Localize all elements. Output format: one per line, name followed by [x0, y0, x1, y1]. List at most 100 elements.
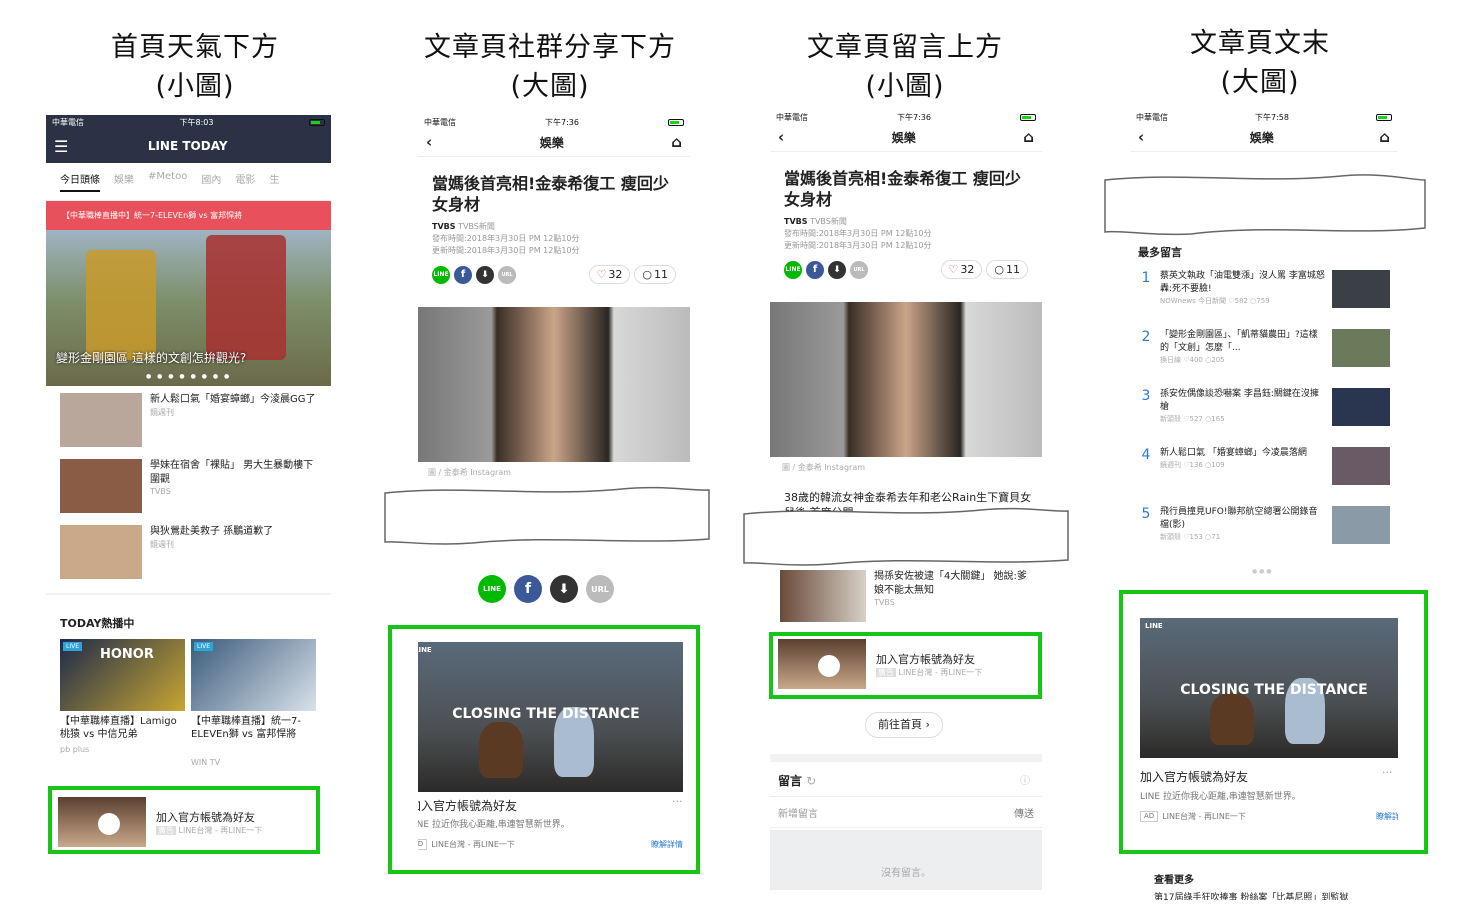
next-article-line[interactable]: 第17屆綠手狂吹捧事 粉絲案「比基尼照」到監獄 — [1154, 890, 1348, 900]
app-bar: ☰ LINE TODAY — [46, 129, 331, 163]
tab-domestic[interactable]: 國內 — [201, 171, 221, 192]
video-thumbnail-1[interactable]: LIVE HONOR — [60, 639, 185, 711]
news-thumbnail — [60, 459, 142, 513]
optimus-figure — [206, 235, 286, 360]
empty-comments: 沒有留言。 — [770, 830, 1042, 890]
nav-bar: ‹ 娛樂 ⌂ — [1130, 124, 1398, 152]
list-item[interactable]: 與狄鶯赴美救子 孫鵬道歉了 鏡週刊 — [60, 525, 320, 587]
app-header: 中華電信 下午8:03 ☰ LINE TODAY — [46, 115, 331, 163]
comment-button[interactable]: ○ 11 — [634, 265, 676, 284]
home-icon[interactable]: ⌂ — [671, 135, 682, 150]
app-title: LINE TODAY — [147, 139, 228, 153]
battery-icon — [1376, 113, 1392, 121]
ranking-list: 1 蔡英文執政「油電雙漲」沒人罵 李富城怒轟:死不要臉! NOWnews 今日新聞 … — [1138, 270, 1390, 565]
phone-article-comments: 中華電信 下午7:36 ‹ 娛樂 ⌂ 當媽後首亮相!金泰希復工 瘦回少女身材 TVBS… — [770, 110, 1042, 890]
category-tabs: 今日頭條 娛樂 #Metoo 國內 電影 生 — [46, 163, 331, 201]
see-more-link[interactable]: 查看更多 — [1154, 871, 1194, 886]
most-comments-title: 最多留言 — [1138, 246, 1182, 259]
hero-image[interactable]: 變形金剛園區 這樣的文創怎拚觀光? ● ● ● ● ● ● ● ● — [46, 230, 331, 386]
status-bar: 中華電信 下午7:36 — [418, 115, 690, 129]
video-source-1: pb plus — [60, 745, 90, 754]
masked-region-3 — [1104, 174, 1426, 236]
masked-region-1 — [384, 486, 710, 545]
column-title-3: 文章頁留言上方 (小圖) — [807, 32, 1003, 102]
news-list: 新人鬆口氣「婚宴蟑螂」今淩晨GG了 鏡週刊 學妹在宿舍「裸貼」 男大生暴動樓下圍觀… — [60, 393, 320, 587]
page-dots: ● ● ● — [1252, 568, 1272, 575]
tab-life[interactable]: 生 — [269, 171, 279, 192]
tab-headlines[interactable]: 今日頭條 — [60, 171, 100, 192]
tab-movie[interactable]: 電影 — [235, 171, 255, 192]
list-item[interactable]: 2 「變形金剛園區」、「凱蒂貓農田」?這樣的「文創」怎麼「... 換日線 ♡400 … — [1138, 329, 1390, 388]
news-thumbnail — [60, 525, 142, 579]
related-article[interactable]: 揭孫安佐被逮「4大關鍵」 她說:爹娘不能太無知 TVBS — [780, 570, 1035, 622]
home-icon[interactable]: ⌂ — [1379, 130, 1390, 145]
back-icon[interactable]: ‹ — [426, 135, 432, 150]
video-title-1[interactable]: 【中華職棒直播】Lamigo桃猿 vs 中信兄弟 — [60, 715, 186, 741]
column-title-4: 文章頁文末 (大圖) — [1190, 28, 1330, 98]
article-meta: TVBS TVBS新聞 發布時間:2018年3月30日 PM 12點10分 更新… — [432, 222, 580, 255]
hot-section-title: TODAY熱播中 — [60, 617, 135, 630]
like-button[interactable]: ♡ 32 — [588, 265, 631, 284]
line-share-icon[interactable]: LINE — [784, 260, 802, 279]
rank-thumbnail — [1332, 447, 1390, 485]
info-icon[interactable]: ⓘ — [1020, 772, 1030, 787]
back-icon[interactable]: ‹ — [1138, 130, 1144, 145]
bumblebee-figure — [86, 250, 156, 360]
list-item[interactable]: 新人鬆口氣「婚宴蟑螂」今淩晨GG了 鏡週刊 — [60, 393, 320, 455]
status-bar: 中華電信 下午7:58 — [1130, 110, 1398, 124]
carousel-dots: ● ● ● ● ● ● ● ● — [146, 373, 232, 380]
highlight-box-4 — [1119, 590, 1428, 854]
rank-thumbnail — [1332, 506, 1390, 544]
article-image — [418, 307, 690, 462]
comment-button[interactable]: ○ 11 — [986, 260, 1028, 279]
home-icon[interactable]: ⌂ — [1023, 130, 1034, 145]
tab-entertainment[interactable]: 娛樂 — [114, 171, 134, 192]
article-headline: 當媽後首亮相!金泰希復工 瘦回少女身材 — [784, 169, 1021, 209]
status-bar: 中華電信 下午7:36 — [770, 110, 1042, 124]
facebook-icon[interactable]: f — [806, 260, 824, 279]
list-item[interactable]: 學妹在宿舍「裸貼」 男大生暴動樓下圍觀 TVBS — [60, 459, 320, 521]
list-item[interactable]: 5 飛行員撞見UFO!聯邦航空總署公開錄音檔(影) 新頭殼 ♡153 ○71 — [1138, 506, 1390, 565]
nav-bar: ‹ 娛樂 ⌂ — [770, 124, 1042, 152]
list-item[interactable]: 3 孫安佐偶像談恐嚇案 李昌鈺:關鍵在沒擁槍 新頭殼 ♡527 ○165 — [1138, 388, 1390, 447]
url-icon[interactable]: URL — [850, 260, 868, 279]
back-icon[interactable]: ‹ — [778, 130, 784, 145]
like-button[interactable]: ♡ 32 — [940, 260, 983, 279]
line-share-icon[interactable]: LINE — [432, 265, 450, 284]
list-item[interactable]: 4 新人鬆口氣 「婚宴蟑螂」今凌晨落網 鏡週刊 ♡136 ○109 — [1138, 447, 1390, 506]
refresh-icon[interactable]: ↻ — [806, 774, 816, 788]
url-icon[interactable]: URL — [498, 265, 516, 284]
phone-home: 中華電信 下午8:03 ☰ LINE TODAY 今日頭條 娛樂 #Metoo 國… — [46, 115, 331, 595]
column-title-2: 文章頁社群分享下方 (大圖) — [424, 32, 676, 102]
article-meta: TVBS TVBS新聞 發布時間:2018年3月30日 PM 12點10分 更新… — [784, 217, 932, 250]
keep-icon[interactable]: ⬇ — [550, 575, 578, 603]
highlight-box-1 — [48, 786, 320, 854]
line-share-icon[interactable]: LINE — [478, 575, 506, 603]
highlight-box-2 — [388, 625, 700, 874]
battery-icon — [309, 118, 325, 126]
battery-icon — [1020, 113, 1036, 121]
comment-input[interactable]: 新增留言 傳送 — [770, 796, 1042, 828]
bottom-share-row: LINE f ⬇ URL — [478, 575, 614, 603]
share-row: LINE f ⬇ URL ♡ 32 ○ 11 — [770, 252, 1042, 287]
list-item[interactable]: 1 蔡英文執政「油電雙漲」沒人罵 李富城怒轟:死不要臉! NOWnews 今日新聞 … — [1138, 270, 1390, 329]
send-button[interactable]: 傳送 — [1014, 805, 1034, 820]
hero-caption: 變形金剛園區 這樣的文創怎拚觀光? — [56, 351, 247, 365]
keep-icon[interactable]: ⬇ — [476, 265, 494, 284]
video-title-2[interactable]: 【中華職棒直播】統一7-ELEVEn獅 vs 富邦悍將 — [191, 715, 317, 741]
go-home-button[interactable]: 前往首頁 › — [865, 712, 943, 738]
live-banner[interactable]: 【中華職棒直播中】統一7-ELEVEn獅 vs 富邦悍將 — [46, 201, 331, 233]
highlight-box-3 — [769, 632, 1042, 699]
video-thumbnail-2[interactable]: LIVE — [191, 639, 316, 711]
keep-icon[interactable]: ⬇ — [828, 260, 846, 279]
news-thumbnail — [60, 393, 142, 447]
tab-metoo[interactable]: #Metoo — [148, 171, 187, 192]
url-icon[interactable]: URL — [586, 575, 614, 603]
article-image — [770, 302, 1042, 457]
battery-icon — [668, 118, 684, 126]
image-caption: 圖 / 金泰希 Instagram — [782, 463, 866, 472]
facebook-icon[interactable]: f — [514, 575, 542, 603]
article-headline: 當媽後首亮相!金泰希復工 瘦回少女身材 — [432, 174, 669, 214]
facebook-icon[interactable]: f — [454, 265, 472, 284]
menu-icon[interactable]: ☰ — [54, 137, 68, 156]
